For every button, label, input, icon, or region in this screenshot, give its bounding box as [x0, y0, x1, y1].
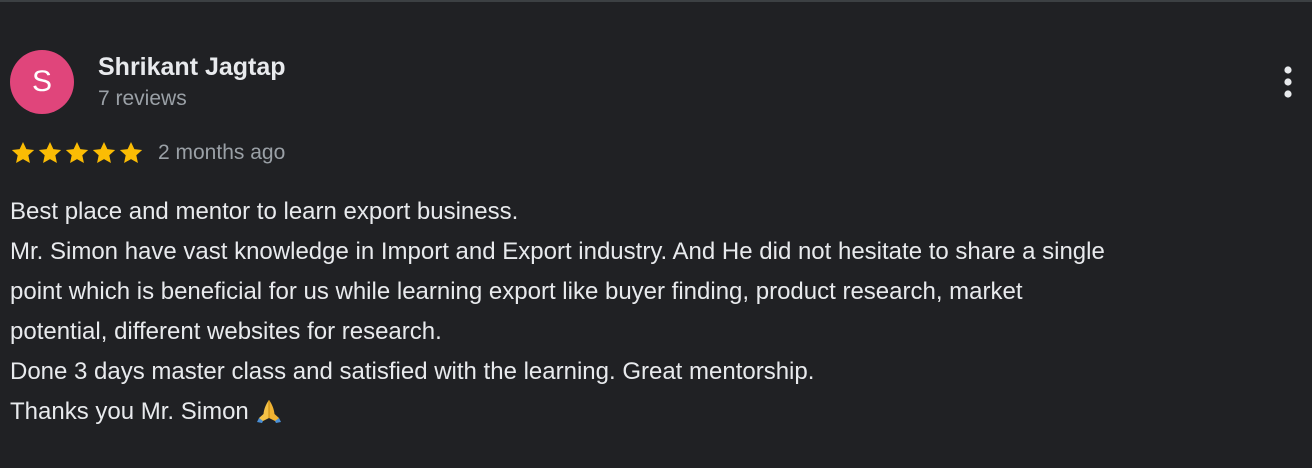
review-line: point which is beneficial for us while l… — [10, 278, 1023, 305]
review-card: S Shrikant Jagtap 7 reviews 2 months ago… — [0, 0, 1312, 468]
review-line: potential, different websites for resear… — [10, 318, 442, 345]
star-rating — [10, 140, 144, 166]
review-line-last: Thanks you Mr. Simon — [10, 392, 1308, 432]
reviewer-name[interactable]: Shrikant Jagtap — [98, 52, 286, 82]
more-options-button[interactable] — [1270, 62, 1306, 102]
review-line: Mr. Simon have vast knowledge in Import … — [10, 238, 1105, 265]
more-vertical-icon — [1284, 66, 1292, 98]
star-icon — [65, 141, 89, 163]
divider — [0, 0, 1312, 2]
review-line-text: Thanks you Mr. Simon — [10, 398, 249, 425]
review-line: Done 3 days master class and satisfied w… — [10, 358, 815, 385]
star-icon — [119, 141, 143, 163]
review-text: Best place and mentor to learn export bu… — [10, 192, 1308, 432]
avatar[interactable]: S — [10, 50, 74, 114]
folded-hands-emoji — [256, 400, 281, 423]
avatar-initial: S — [31, 65, 52, 98]
star-icon — [38, 141, 62, 163]
reviewer-review-count[interactable]: 7 reviews — [98, 86, 187, 112]
star-icon — [92, 141, 116, 163]
star-icon — [11, 141, 35, 163]
review-line: Best place and mentor to learn export bu… — [10, 198, 519, 225]
rating-row: 2 months ago — [10, 138, 285, 168]
review-date: 2 months ago — [158, 141, 286, 164]
